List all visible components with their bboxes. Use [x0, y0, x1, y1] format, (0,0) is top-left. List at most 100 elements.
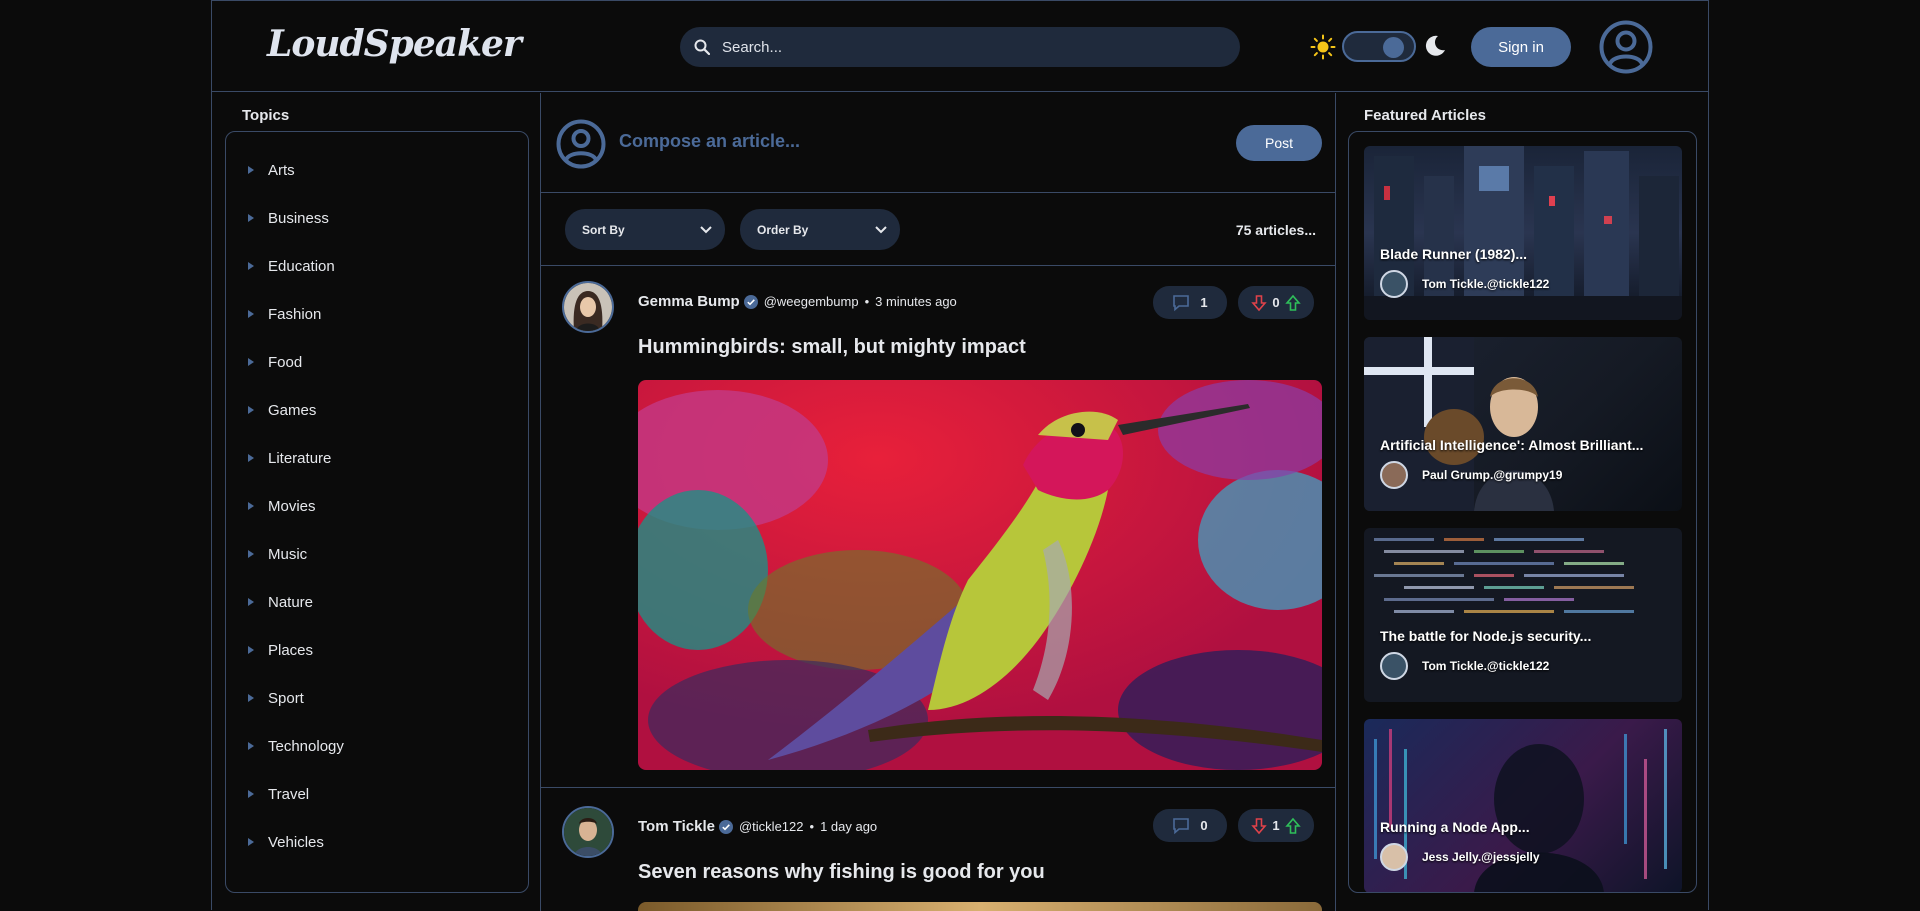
featured-author: Jess Jelly.@jessjelly [1380, 843, 1540, 871]
author-avatar [1380, 461, 1408, 489]
topic-item[interactable]: Business [248, 206, 329, 230]
caret-right-icon [248, 838, 254, 846]
arrow-up-icon[interactable] [1284, 294, 1302, 312]
topic-item[interactable]: Travel [248, 782, 309, 806]
featured-sidebar: Featured Articles Blade Runner (1982)... [1336, 93, 1708, 911]
author-avatar [1380, 843, 1408, 871]
toggle-knob [1383, 37, 1404, 58]
caret-right-icon [248, 214, 254, 222]
comment-count: 0 [1200, 818, 1208, 833]
caret-right-icon [248, 454, 254, 462]
article-card[interactable]: Tom Tickle @tickle122 • 1 day ago 0 1 Se… [541, 788, 1335, 911]
caret-right-icon [248, 694, 254, 702]
sort-by-select[interactable]: Sort By [565, 209, 725, 250]
search-icon [694, 39, 710, 55]
search-input[interactable] [722, 38, 1202, 56]
moon-icon [1425, 35, 1445, 56]
comment-icon [1173, 294, 1190, 311]
app-frame: LoudSpeaker Sign in Topics [211, 0, 1709, 911]
featured-card[interactable]: Blade Runner (1982)... Tom Tickle.@tickl… [1364, 146, 1682, 320]
separator-dot: • [809, 819, 815, 834]
topics-sidebar: Topics Arts Business Education Fashion F… [212, 93, 541, 911]
topic-item[interactable]: Sport [248, 686, 304, 710]
article-feed: Compose an article... Post Sort By Order… [541, 93, 1336, 911]
arrow-down-icon[interactable] [1250, 817, 1268, 835]
author-name[interactable]: Tom Tickle [638, 818, 715, 835]
theme-toggle[interactable] [1342, 31, 1416, 62]
header: LoudSpeaker Sign in [212, 1, 1708, 92]
featured-card[interactable]: Running a Node App... Jess Jelly.@jessje… [1364, 719, 1682, 892]
comments-button[interactable]: 0 [1153, 809, 1227, 842]
vote-count: 0 [1272, 295, 1280, 310]
topic-item[interactable]: Technology [248, 734, 344, 758]
caret-right-icon [248, 742, 254, 750]
post-time: 1 day ago [820, 819, 878, 834]
post-button[interactable]: Post [1236, 125, 1322, 161]
featured-article-title: Running a Node App... [1380, 819, 1530, 835]
article-header: Tom Tickle @tickle122 • 1 day ago [638, 818, 877, 835]
verified-icon [718, 819, 733, 834]
caret-right-icon [248, 262, 254, 270]
featured-article-title: Artificial Intelligence': Almost Brillia… [1380, 437, 1644, 453]
comment-icon [1173, 817, 1190, 834]
chevron-down-icon [700, 226, 712, 234]
article-image[interactable] [638, 380, 1322, 770]
article-header: Gemma Bump @weegembump • 3 minutes ago [638, 293, 957, 310]
topic-item[interactable]: Fashion [248, 302, 321, 326]
featured-title: Featured Articles [1364, 107, 1486, 124]
author-avatar[interactable] [562, 806, 614, 858]
author-handle: @weegembump [763, 294, 859, 309]
topic-item[interactable]: Nature [248, 590, 313, 614]
article-title[interactable]: Seven reasons why fishing is good for yo… [638, 861, 1045, 884]
caret-right-icon [248, 358, 254, 366]
sign-in-button[interactable]: Sign in [1471, 27, 1571, 67]
article-title[interactable]: Hummingbirds: small, but mighty impact [638, 336, 1026, 359]
topic-item[interactable]: Vehicles [248, 830, 324, 854]
featured-author: Paul Grump.@grumpy19 [1380, 461, 1562, 489]
topic-item[interactable]: Food [248, 350, 302, 374]
arrow-down-icon[interactable] [1250, 294, 1268, 312]
author-avatar [1380, 270, 1408, 298]
vote-control: 1 [1238, 809, 1314, 842]
hummingbird-image [638, 380, 1322, 770]
comments-button[interactable]: 1 [1153, 286, 1227, 319]
featured-author: Tom Tickle.@tickle122 [1380, 270, 1549, 298]
caret-right-icon [248, 310, 254, 318]
comment-count: 1 [1200, 295, 1208, 310]
topics-list: Arts Business Education Fashion Food Gam… [225, 131, 529, 893]
topic-item[interactable]: Literature [248, 446, 331, 470]
author-handle: @tickle122 [738, 819, 804, 834]
author-photo [564, 808, 612, 856]
vote-control: 0 [1238, 286, 1314, 319]
author-avatar[interactable] [562, 281, 614, 333]
featured-author: Tom Tickle.@tickle122 [1380, 652, 1549, 680]
user-avatar-icon[interactable] [1599, 20, 1653, 74]
arrow-up-icon[interactable] [1284, 817, 1302, 835]
logo[interactable]: LoudSpeaker [267, 23, 522, 65]
caret-right-icon [248, 406, 254, 414]
featured-card[interactable]: Artificial Intelligence': Almost Brillia… [1364, 337, 1682, 511]
verified-icon [743, 294, 758, 309]
compose-input[interactable]: Compose an article... [619, 131, 800, 152]
sun-icon [1310, 34, 1336, 60]
article-card[interactable]: Gemma Bump @weegembump • 3 minutes ago 1… [541, 266, 1335, 788]
featured-list: Blade Runner (1982)... Tom Tickle.@tickl… [1348, 131, 1697, 893]
caret-right-icon [248, 598, 254, 606]
search-bar[interactable] [680, 27, 1240, 67]
topic-item[interactable]: Games [248, 398, 316, 422]
post-time: 3 minutes ago [875, 294, 957, 309]
vote-count: 1 [1272, 818, 1280, 833]
topic-item[interactable]: Education [248, 254, 335, 278]
topic-item[interactable]: Music [248, 542, 307, 566]
topic-item[interactable]: Movies [248, 494, 316, 518]
featured-card[interactable]: The battle for Node.js security... Tom T… [1364, 528, 1682, 702]
author-name[interactable]: Gemma Bump [638, 293, 740, 310]
order-by-select[interactable]: Order By [740, 209, 900, 250]
featured-article-title: Blade Runner (1982)... [1380, 246, 1528, 262]
separator-dot: • [864, 294, 870, 309]
topic-item[interactable]: Places [248, 638, 313, 662]
featured-article-title: The battle for Node.js security... [1380, 628, 1592, 644]
caret-right-icon [248, 790, 254, 798]
author-avatar [1380, 652, 1408, 680]
topic-item[interactable]: Arts [248, 158, 295, 182]
